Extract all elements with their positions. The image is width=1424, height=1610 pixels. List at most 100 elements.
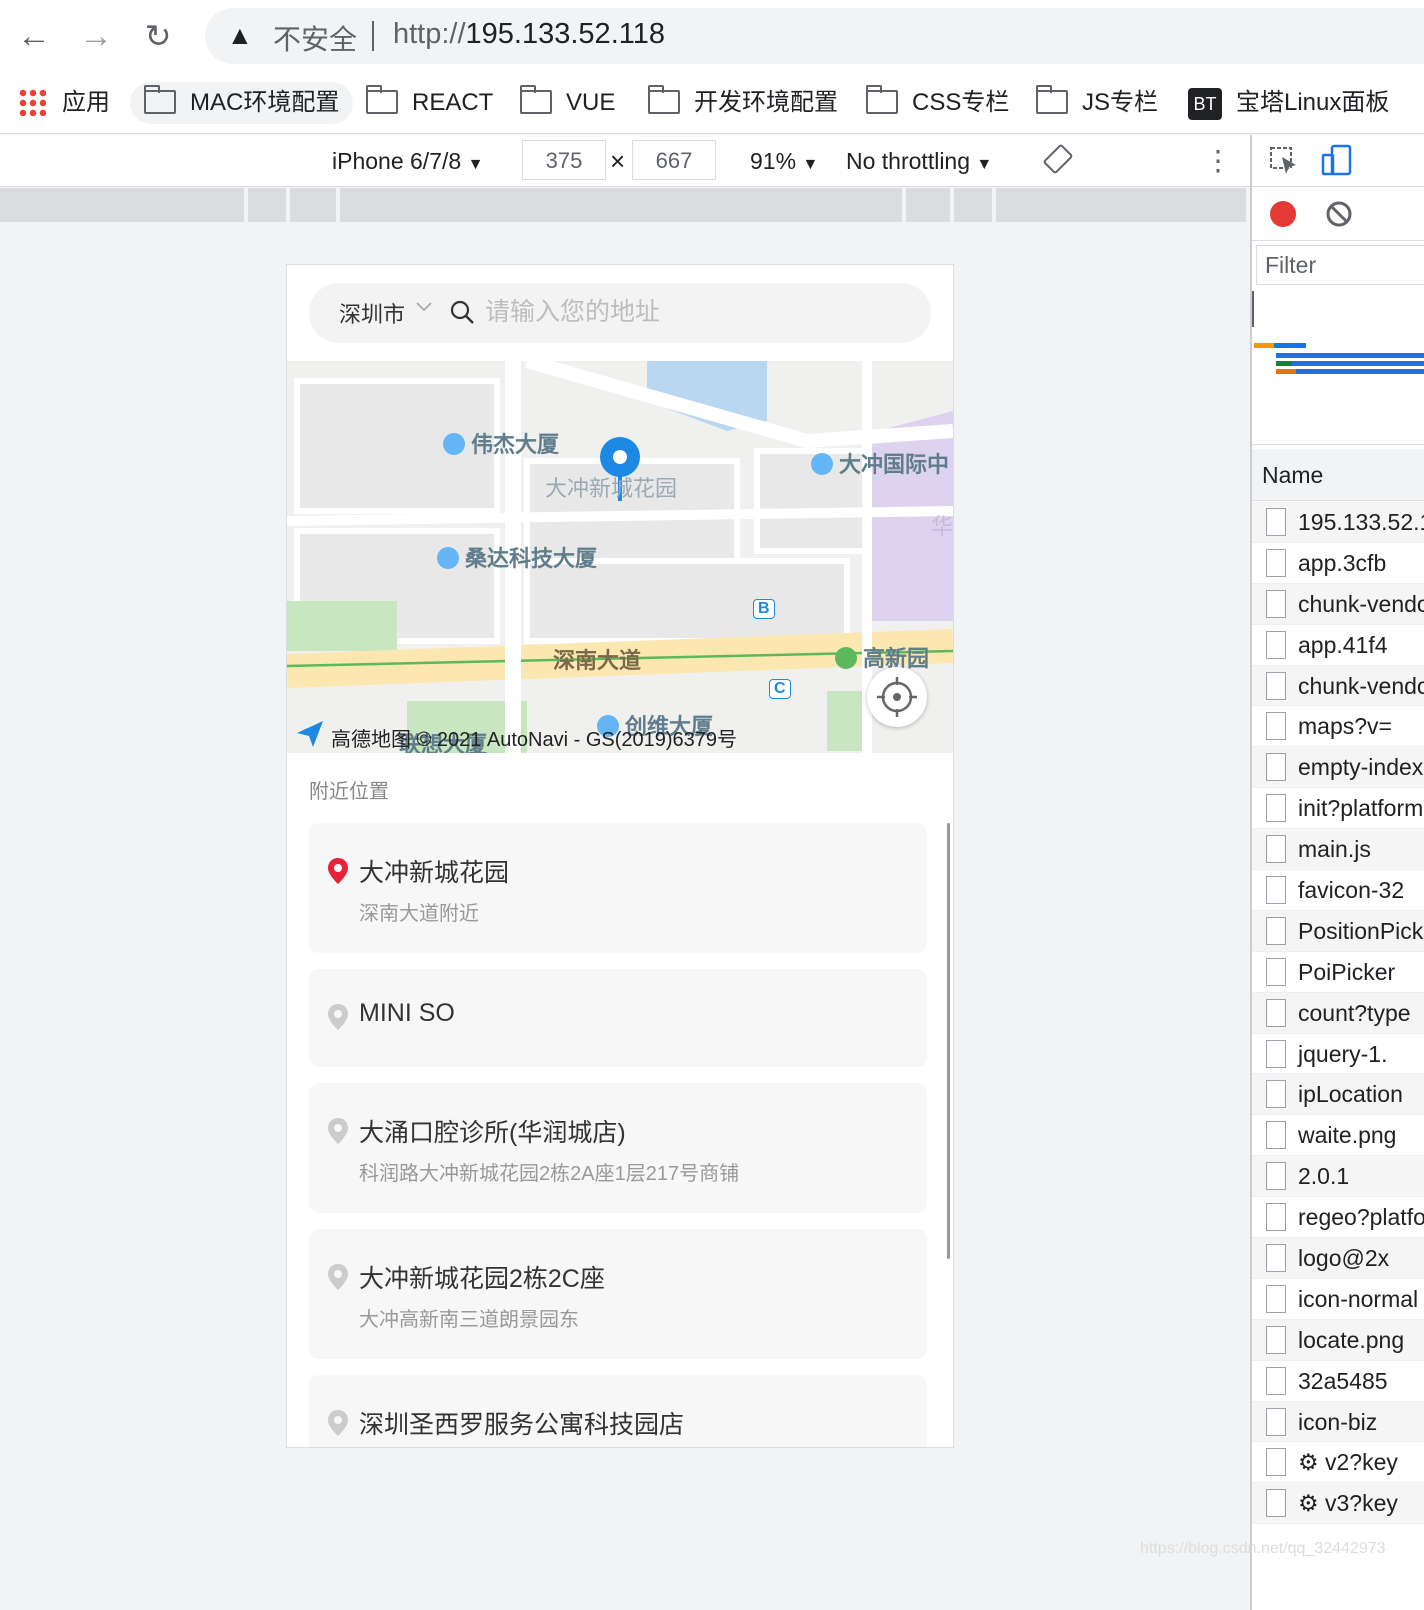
network-request-row[interactable]: PositionPicker: [1252, 910, 1424, 952]
network-request-row[interactable]: favicon-32: [1252, 870, 1424, 911]
network-request-row[interactable]: init?platform: [1252, 788, 1424, 830]
network-request-row[interactable]: 2.0.1: [1252, 1156, 1424, 1198]
inspect-element-icon[interactable]: [1268, 145, 1300, 177]
url-text[interactable]: http://195.133.52.118: [393, 18, 665, 51]
network-request-row[interactable]: PoiPicker: [1252, 952, 1424, 993]
file-icon: [1266, 998, 1286, 1027]
network-request-row[interactable]: chunk-vendors: [1252, 665, 1424, 707]
network-request-row[interactable]: icon-biz: [1252, 1401, 1424, 1443]
poi-list-item[interactable]: 大涌口腔诊所(华润城店) 科润路大冲新城花园2栋2A座1层217号商铺: [309, 1083, 927, 1213]
record-icon[interactable]: [1268, 199, 1298, 229]
bookmark-label: 应用: [62, 89, 110, 116]
file-icon: [1266, 876, 1286, 905]
poi-list-item[interactable]: 深圳圣西罗服务公寓科技园店: [309, 1375, 927, 1447]
map-label: 大冲国际中: [811, 447, 949, 479]
device-name: iPhone 6/7/8: [332, 148, 462, 174]
file-icon: [1266, 794, 1286, 823]
address-search-input[interactable]: [485, 293, 905, 331]
request-name: logo@2x: [1298, 1245, 1390, 1272]
network-request-row[interactable]: main.js: [1252, 829, 1424, 871]
network-request-row[interactable]: 195.133.52.118: [1252, 502, 1424, 543]
network-request-row[interactable]: app.3cfb: [1252, 543, 1424, 584]
zoom-value: 91%: [750, 148, 797, 174]
location-pin-icon: [328, 1410, 348, 1436]
zoom-select[interactable]: 91% ▼: [750, 143, 818, 179]
bookmark-folder-vue[interactable]: VUE: [520, 82, 615, 124]
throttling-select[interactable]: No throttling ▼: [846, 143, 992, 179]
address-bar[interactable]: ▲ 不安全 http://195.133.52.118: [205, 8, 1424, 64]
file-icon: [1266, 1325, 1286, 1354]
network-request-row[interactable]: app.41f4: [1252, 625, 1424, 666]
network-request-row[interactable]: jquery-1.: [1252, 1034, 1424, 1075]
network-request-row[interactable]: locate.png: [1252, 1319, 1424, 1361]
rotate-icon[interactable]: [1042, 143, 1074, 179]
ruler-divider: [336, 188, 340, 222]
crosshair-icon: [877, 677, 917, 717]
throttling-value: No throttling: [846, 148, 971, 174]
map-view[interactable]: 伟杰大厦 大冲新城花园 大冲国际中 华 桑达科技大厦 深南大道 高新园 B C …: [287, 361, 953, 753]
overview-bar: [1254, 343, 1274, 348]
bookmark-label: MAC环境配置: [190, 89, 340, 116]
bookmark-folder-react[interactable]: REACT: [366, 82, 493, 124]
device-toggle-icon[interactable]: [1320, 143, 1354, 177]
request-name: icon-biz: [1298, 1408, 1378, 1435]
network-overview[interactable]: [1252, 285, 1424, 445]
bookmark-apps[interactable]: 应用: [18, 82, 110, 124]
height-input[interactable]: 667: [632, 140, 716, 180]
media-query-bar[interactable]: [0, 188, 1246, 222]
chevron-down-icon[interactable]: [415, 297, 433, 315]
poi-name: 大涌口腔诊所(华润城店): [359, 1119, 626, 1147]
network-request-row[interactable]: chunk-vendors: [1252, 583, 1424, 625]
network-request-row[interactable]: maps?v=: [1252, 706, 1424, 748]
reload-icon[interactable]: ↻: [136, 14, 180, 58]
list-scrollbar[interactable]: [947, 823, 950, 1259]
request-name: chunk-vendors: [1298, 590, 1424, 617]
security-label: 不安全: [273, 24, 358, 55]
url-host: 195.133.52.118: [465, 18, 665, 50]
file-icon: [1266, 835, 1286, 864]
city-selector[interactable]: 深圳市: [339, 297, 405, 329]
bookmark-folder-devenv[interactable]: 开发环境配置: [648, 82, 838, 124]
request-name: ipLocation: [1298, 1081, 1403, 1108]
poi-address: 深南大道附近: [359, 903, 479, 925]
request-name: main.js: [1298, 836, 1371, 863]
bookmark-folder-js[interactable]: JS专栏: [1036, 82, 1158, 124]
more-options-icon[interactable]: ⋮: [1204, 143, 1232, 179]
forward-arrow-icon[interactable]: →: [74, 14, 118, 58]
device-select[interactable]: iPhone 6/7/8 ▼: [332, 143, 483, 179]
network-request-row[interactable]: ⚙ v3?key: [1252, 1483, 1424, 1525]
poi-list-item[interactable]: 大冲新城花园2栋2C座 大冲高新南三道朗景园东: [309, 1229, 927, 1359]
file-icon: [1266, 630, 1286, 659]
filter-input[interactable]: [1257, 246, 1417, 284]
overview-bar: [1276, 369, 1424, 374]
clear-icon[interactable]: [1324, 199, 1354, 229]
network-request-row[interactable]: ipLocation: [1252, 1074, 1424, 1116]
network-request-row[interactable]: ⚙ v2?key: [1252, 1442, 1424, 1484]
network-request-row[interactable]: count?type: [1252, 992, 1424, 1034]
network-request-row[interactable]: logo@2x: [1252, 1238, 1424, 1279]
address-divider: [372, 21, 374, 51]
poi-list-item[interactable]: 大冲新城花园 深南大道附近: [309, 823, 927, 953]
name-column-header[interactable]: Name: [1252, 449, 1424, 501]
overview-bar: [1276, 361, 1424, 366]
file-icon: [1266, 1080, 1286, 1109]
file-icon: [1266, 1203, 1286, 1232]
ruler-divider: [950, 188, 954, 222]
bookmark-folder-mac[interactable]: MAC环境配置: [130, 82, 354, 124]
folder-icon: [520, 84, 552, 114]
poi-list-item[interactable]: MINI SO: [309, 969, 927, 1067]
network-request-row[interactable]: 32a5485: [1252, 1361, 1424, 1402]
width-input[interactable]: 375: [522, 140, 606, 180]
network-request-row[interactable]: icon-normal: [1252, 1279, 1424, 1320]
file-icon: [1266, 1284, 1286, 1313]
bookmark-folder-css[interactable]: CSS专栏: [866, 82, 1009, 124]
network-request-row[interactable]: regeo?platform: [1252, 1197, 1424, 1239]
bookmark-baota[interactable]: BT 宝塔Linux面板: [1188, 82, 1389, 124]
network-request-row[interactable]: waite.png: [1252, 1115, 1424, 1157]
back-arrow-icon[interactable]: ←: [12, 14, 56, 58]
nearby-section-title: 附近位置: [309, 781, 389, 803]
request-name: count?type: [1298, 999, 1411, 1026]
bookmark-label: VUE: [566, 89, 616, 116]
locate-button[interactable]: [867, 667, 927, 727]
network-request-row[interactable]: empty-index: [1252, 747, 1424, 789]
